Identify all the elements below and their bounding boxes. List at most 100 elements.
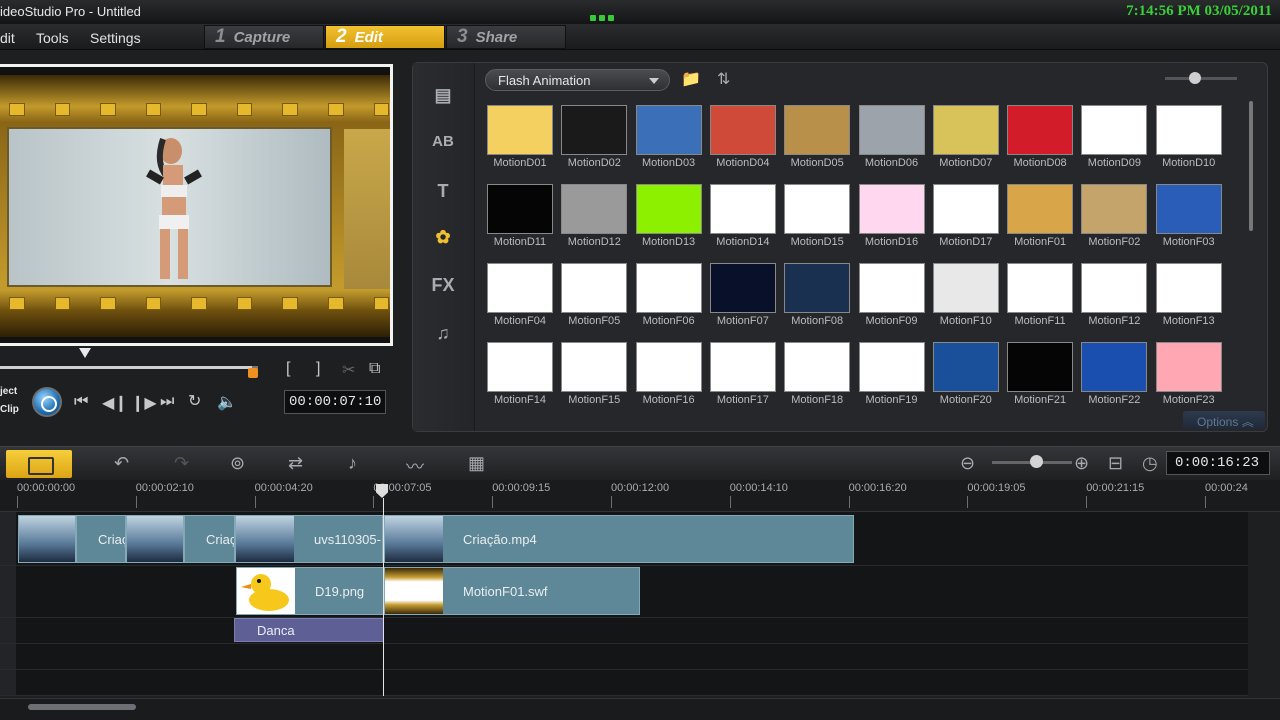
menu-edit[interactable]: dit	[0, 30, 15, 46]
undo-icon[interactable]: ↶	[114, 453, 129, 474]
trim-end-marker[interactable]	[248, 368, 258, 378]
library-thumbnail[interactable]: MotionF07	[709, 263, 776, 327]
repeat-icon[interactable]: ↻	[188, 391, 201, 411]
audio-wave-icon[interactable]: 〰	[406, 453, 424, 479]
library-thumbnail[interactable]: MotionD03	[635, 105, 702, 169]
library-scrollbar[interactable]	[1249, 101, 1253, 231]
step-edit-tab[interactable]: 2 Edit	[325, 25, 445, 49]
auto-music-icon[interactable]: ♪	[348, 453, 357, 474]
overlay-clip[interactable]: D19.png	[236, 567, 384, 615]
library-thumbnail[interactable]: MotionD07	[932, 105, 999, 169]
library-thumbnail[interactable]: MotionF14	[487, 342, 553, 406]
library-thumbnail[interactable]: MotionF21	[1007, 342, 1074, 406]
video-clip[interactable]: Criaç	[76, 515, 126, 563]
library-thumbnail[interactable]: MotionF08	[784, 263, 851, 327]
title-icon[interactable]: T	[427, 181, 459, 209]
video-clip[interactable]	[18, 515, 76, 563]
video-track-header[interactable]	[0, 512, 16, 566]
library-thumbnail[interactable]: MotionF05	[561, 263, 628, 327]
library-thumbnail[interactable]: MotionD08	[1007, 105, 1074, 169]
timecode-field[interactable]: 00:00:07:10	[284, 390, 386, 414]
clip-mode-label[interactable]: Clip	[0, 404, 19, 415]
library-thumbnail[interactable]: MotionD15	[784, 184, 851, 248]
timeline-scrollbar[interactable]	[28, 704, 136, 710]
split-clip-icon[interactable]: ✂	[342, 360, 355, 380]
library-thumbnail[interactable]: MotionD02	[561, 105, 628, 169]
library-thumbnail[interactable]: MotionF17	[709, 342, 776, 406]
redo-icon[interactable]: ↷	[174, 453, 189, 474]
home-icon[interactable]: ⏮	[74, 393, 88, 411]
graphic-icon[interactable]: ✿	[427, 227, 459, 255]
filter-icon[interactable]: FX	[427, 275, 459, 303]
title-clip[interactable]: Danca	[234, 618, 384, 642]
library-thumbnail[interactable]: MotionF13	[1155, 263, 1222, 327]
library-thumbnail[interactable]: MotionD10	[1155, 105, 1222, 169]
library-thumbnail[interactable]: MotionD09	[1081, 105, 1148, 169]
library-thumbnail[interactable]: MotionF03	[1155, 184, 1222, 248]
library-thumbnail[interactable]: MotionD14	[709, 184, 776, 248]
scrubber-track[interactable]	[0, 366, 252, 369]
library-thumbnail[interactable]: MotionD06	[858, 105, 925, 169]
folder-icon[interactable]: 📁	[681, 69, 701, 89]
mix-audio-icon[interactable]: ⇄	[288, 453, 303, 474]
timeline-zoom-knob[interactable]	[1030, 455, 1043, 468]
library-thumbnail[interactable]: MotionF01	[1007, 184, 1074, 248]
next-frame-icon[interactable]: ❙▶	[131, 393, 157, 413]
library-thumbnail[interactable]: MotionF06	[635, 263, 702, 327]
library-thumbnail[interactable]: MotionD13	[635, 184, 702, 248]
library-thumbnail[interactable]: MotionF04	[487, 263, 553, 327]
overlay-clip[interactable]: MotionF01.swf	[384, 567, 640, 615]
library-thumbnail[interactable]: MotionF11	[1007, 263, 1074, 327]
fit-project-icon[interactable]: ⊟	[1108, 453, 1123, 474]
library-thumbnail[interactable]: MotionD05	[784, 105, 851, 169]
library-thumbnail[interactable]: MotionF02	[1081, 184, 1148, 248]
library-thumbnail[interactable]: MotionF10	[932, 263, 999, 327]
previous-frame-icon[interactable]: ◀❙	[102, 393, 128, 413]
sort-icon[interactable]: ⇅	[717, 69, 730, 89]
library-thumbnail[interactable]: MotionD01	[487, 105, 553, 169]
video-clip[interactable]: uvs110305-	[235, 515, 383, 563]
enlarge-preview-icon[interactable]: ⧉	[369, 360, 380, 378]
menu-tools[interactable]: Tools	[36, 30, 69, 46]
preview-window[interactable]	[0, 64, 393, 346]
options-button[interactable]: Options ︽	[1183, 411, 1265, 429]
mark-in-icon[interactable]: [	[286, 360, 290, 378]
voice-track-header[interactable]	[0, 644, 16, 670]
project-mode-label[interactable]: ject	[0, 386, 17, 397]
library-thumbnail[interactable]: MotionF23	[1155, 342, 1222, 406]
step-share-tab[interactable]: 3 Share	[446, 25, 566, 49]
drag-grip-icon[interactable]	[590, 8, 620, 21]
thumbnail-size-slider[interactable]	[1165, 72, 1237, 84]
video-clip[interactable]: Criação.mp4	[384, 515, 854, 563]
video-clip[interactable]: Criaç	[184, 515, 235, 563]
library-thumbnail[interactable]: MotionF22	[1081, 342, 1148, 406]
library-thumbnail[interactable]: MotionF12	[1081, 263, 1148, 327]
library-thumbnail[interactable]: MotionD04	[709, 105, 776, 169]
play-button[interactable]	[32, 387, 62, 417]
mark-out-icon[interactable]: ]	[316, 360, 320, 378]
library-thumbnail[interactable]: MotionF09	[858, 263, 925, 327]
media-icon[interactable]: ▤	[427, 85, 459, 113]
zoom-in-icon[interactable]: ⊕	[1074, 453, 1089, 474]
library-thumbnail[interactable]: MotionD16	[858, 184, 925, 248]
library-thumbnail[interactable]: MotionF20	[932, 342, 999, 406]
music-track-header[interactable]	[0, 670, 16, 696]
library-thumbnail[interactable]: MotionF19	[858, 342, 925, 406]
library-thumbnail[interactable]: MotionD11	[487, 184, 553, 248]
end-icon[interactable]: ⏭	[160, 393, 174, 411]
library-thumbnail[interactable]: MotionD17	[932, 184, 999, 248]
category-dropdown[interactable]: Flash Animation	[485, 69, 670, 91]
library-thumbnail[interactable]: MotionF16	[635, 342, 702, 406]
video-clip[interactable]	[126, 515, 184, 563]
zoom-out-icon[interactable]: ⊖	[960, 453, 975, 474]
record-capture-icon[interactable]: ⊚	[230, 453, 245, 474]
library-thumbnail[interactable]: MotionD12	[561, 184, 628, 248]
overlay-track-header[interactable]	[0, 566, 16, 618]
storyboard-view-button[interactable]	[6, 450, 72, 478]
chapter-icon[interactable]: ▦	[468, 453, 485, 474]
title-track-header[interactable]	[0, 618, 16, 644]
library-thumbnail[interactable]: MotionF18	[784, 342, 851, 406]
menu-settings[interactable]: Settings	[90, 30, 141, 46]
timeline-ruler[interactable]: 00:00:00:00 00:00:02:10 00:00:04:20 00:00:0…	[0, 480, 1280, 512]
audio-icon[interactable]: ♫	[427, 323, 459, 351]
